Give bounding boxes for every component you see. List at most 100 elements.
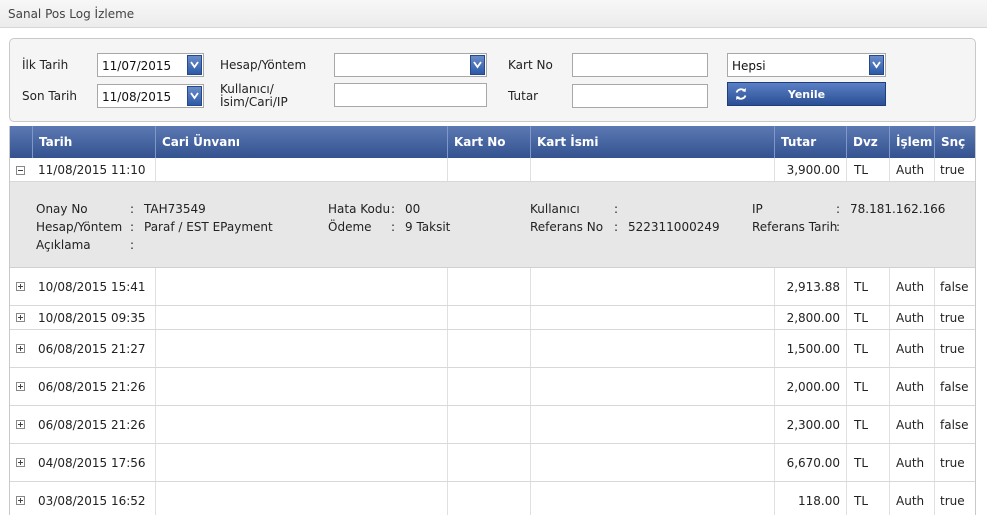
filter-panel: İlk Tarih 11/07/2015 Son Tarih 11/08/201… [9, 38, 976, 122]
cell-action: Auth [889, 306, 934, 329]
detail-colon: : [391, 220, 396, 234]
row-toggle-cell [10, 368, 32, 405]
cell-amount: 2,300.00 [774, 406, 846, 443]
amount-input[interactable] [572, 84, 708, 108]
table-row[interactable]: 06/08/2015 21:26 2,300.00 TL Auth false [10, 406, 975, 444]
header-action[interactable]: İşlem [889, 126, 934, 158]
chevron-down-icon [190, 61, 199, 69]
status-select[interactable]: Hepsi [727, 53, 886, 77]
expand-icon[interactable] [16, 282, 25, 291]
expand-icon[interactable] [16, 344, 25, 353]
cell-customer [155, 158, 447, 181]
expand-icon[interactable] [16, 420, 25, 429]
cell-card-name [530, 268, 774, 305]
header-currency[interactable]: Dvz [846, 126, 889, 158]
payment-value: 9 Taksit [405, 220, 451, 234]
cell-result: false [934, 268, 975, 305]
cell-action: Auth [889, 368, 934, 405]
collapse-icon[interactable] [16, 166, 25, 175]
start-date-value: 11/07/2015 [102, 59, 172, 73]
cell-action: Auth [889, 444, 934, 481]
cell-date: 06/08/2015 21:26 [38, 417, 146, 432]
expand-icon[interactable] [16, 458, 25, 467]
cell-action: Auth [889, 268, 934, 305]
cell-action: Auth [889, 406, 934, 443]
expand-icon[interactable] [16, 313, 25, 322]
header-amount[interactable]: Tutar [774, 126, 846, 158]
header-card-name[interactable]: Kart İsmi [530, 126, 774, 158]
cell-card-name [530, 444, 774, 481]
cell-currency: TL [846, 306, 889, 329]
amount-label: Tutar [508, 89, 539, 103]
table-row[interactable]: 10/08/2015 09:35 2,800.00 TL Auth true [10, 306, 975, 330]
cell-card-no [447, 482, 530, 515]
cell-date: 10/08/2015 09:35 [38, 310, 146, 325]
detail-colon: : [614, 220, 619, 234]
reference-no-value: 522311000249 [628, 220, 720, 234]
row-detail-panel: Onay No : TAH73549 Hesap/Yöntem : Paraf … [10, 182, 975, 268]
cell-card-no [447, 330, 530, 367]
expand-icon[interactable] [16, 496, 25, 505]
cell-customer [155, 268, 447, 305]
account-method-label: Hesap/Yöntem [220, 58, 307, 72]
header-result[interactable]: Snç [934, 126, 975, 158]
cell-result: true [934, 482, 975, 515]
header-card-no[interactable]: Kart No [447, 126, 530, 158]
table-row[interactable]: 04/08/2015 17:56 6,670.00 TL Auth true [10, 444, 975, 482]
cell-currency: TL [846, 368, 889, 405]
cell-amount: 2,800.00 [774, 306, 846, 329]
end-date-picker[interactable]: 11/08/2015 [97, 84, 204, 108]
error-code-label: Hata Kodu [328, 202, 391, 216]
ip-value: 78.181.162.166 [850, 202, 946, 216]
cell-amount: 6,670.00 [774, 444, 846, 481]
detail-colon: : [130, 238, 135, 252]
payment-label: Ödeme [328, 220, 372, 234]
reference-no-label: Referans No [530, 220, 604, 234]
cell-currency: TL [846, 268, 889, 305]
cell-action: Auth [889, 330, 934, 367]
cell-customer [155, 482, 447, 515]
cell-customer [155, 406, 447, 443]
detail-colon: : [130, 202, 135, 216]
cell-date: 11/08/2015 11:10 [38, 162, 146, 177]
table-row[interactable]: 10/08/2015 15:41 2,913.88 TL Auth false [10, 268, 975, 306]
card-no-input[interactable] [572, 53, 708, 77]
cell-amount: 1,500.00 [774, 330, 846, 367]
account-method-select[interactable] [334, 53, 487, 77]
user-filter-input[interactable] [334, 83, 487, 107]
cell-date: 03/08/2015 16:52 [38, 493, 146, 508]
cell-date: 10/08/2015 15:41 [38, 279, 146, 294]
cell-card-no [447, 406, 530, 443]
cell-customer [155, 306, 447, 329]
approval-no-label: Onay No [36, 202, 88, 216]
table-row-expanded[interactable]: 11/08/2015 11:10 3,900.00 TL Auth true [10, 158, 975, 182]
start-date-label: İlk Tarih [22, 58, 69, 72]
table-row[interactable]: 06/08/2015 21:26 2,000.00 TL Auth false [10, 368, 975, 406]
cell-card-no [447, 268, 530, 305]
table-row[interactable]: 03/08/2015 16:52 118.00 TL Auth true [10, 482, 975, 515]
status-dropdown-button[interactable] [869, 55, 884, 75]
account-method-dropdown-button[interactable] [470, 55, 485, 75]
header-customer[interactable]: Cari Ünvanı [155, 126, 447, 158]
cell-currency: TL [846, 482, 889, 515]
row-toggle-cell [10, 158, 32, 181]
cell-currency: TL [846, 158, 889, 181]
header-date[interactable]: Tarih [32, 126, 155, 158]
detail-colon: : [391, 202, 396, 216]
expand-icon[interactable] [16, 382, 25, 391]
row-toggle-cell [10, 330, 32, 367]
cell-card-name [530, 306, 774, 329]
cell-result: true [934, 330, 975, 367]
refresh-button[interactable]: Yenile [727, 82, 886, 106]
cell-result: true [934, 158, 975, 181]
start-date-picker[interactable]: 11/07/2015 [97, 53, 204, 77]
cell-card-name [530, 368, 774, 405]
cell-amount: 118.00 [774, 482, 846, 515]
table-row[interactable]: 06/08/2015 21:27 1,500.00 TL Auth true [10, 330, 975, 368]
cell-customer [155, 330, 447, 367]
description-label: Açıklama [36, 238, 91, 252]
cell-customer [155, 444, 447, 481]
detail-colon: : [130, 220, 135, 234]
end-date-dropdown-button[interactable] [187, 86, 202, 106]
start-date-dropdown-button[interactable] [187, 55, 202, 75]
